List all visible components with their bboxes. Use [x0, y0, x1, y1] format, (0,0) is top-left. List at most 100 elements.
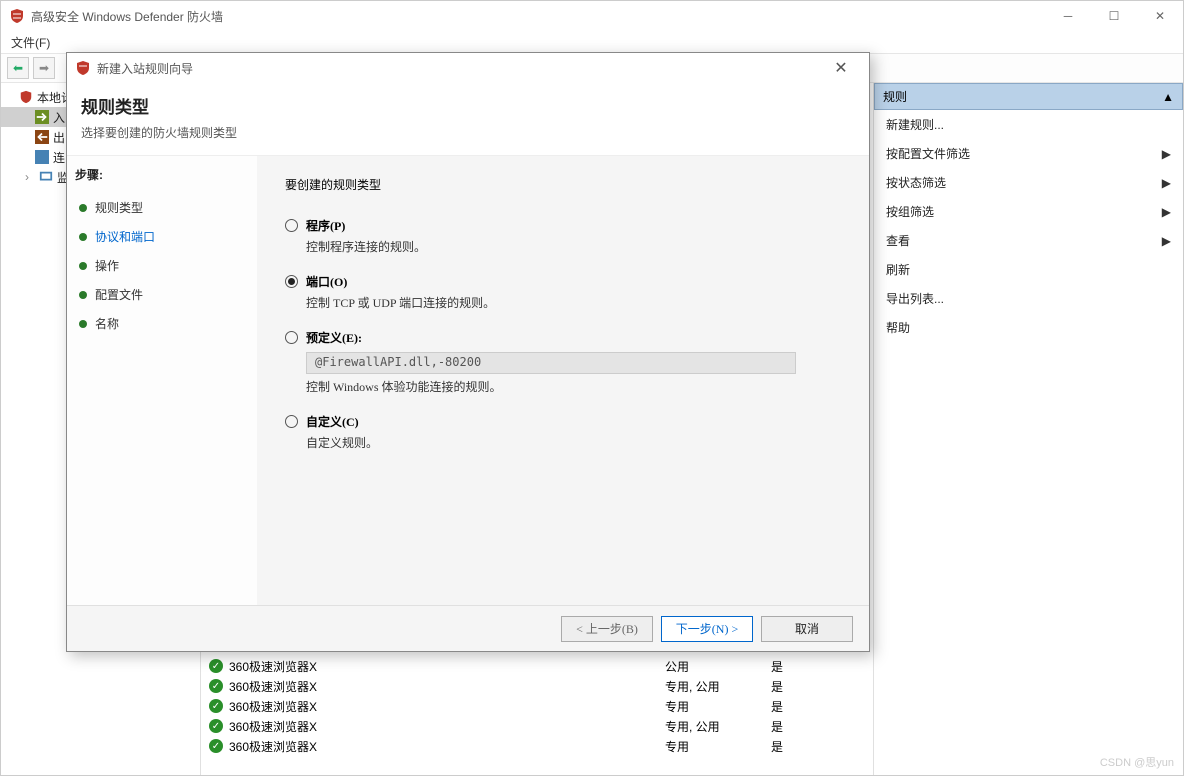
connection-icon — [35, 150, 49, 164]
option-program: 程序(P) 控制程序连接的规则。 — [285, 217, 841, 255]
radio-predefined[interactable] — [285, 331, 298, 344]
wizard-title: 新建入站规则向导 — [97, 60, 193, 77]
step-dot-icon — [79, 204, 87, 212]
rule-name: 360极速浏览器X — [229, 718, 659, 735]
table-row[interactable]: ✓ 360极速浏览器X 公用 是 — [209, 656, 873, 676]
step-dot-icon — [79, 233, 87, 241]
step-dot-icon — [79, 291, 87, 299]
wizard-close-button[interactable]: ✕ — [821, 58, 861, 78]
wizard-button-bar: < 上一步(B) 下一步(N) > 取消 — [67, 605, 869, 651]
wizard-step: 名称 — [75, 309, 249, 338]
outbound-icon — [35, 130, 49, 144]
expand-icon[interactable]: › — [25, 170, 35, 184]
maximize-button[interactable]: ☐ — [1091, 1, 1137, 31]
wizard-subheading: 选择要创建的防火墙规则类型 — [81, 124, 855, 141]
rule-name: 360极速浏览器X — [229, 678, 659, 695]
action-item[interactable]: 查看▶ — [874, 226, 1183, 255]
radio-port[interactable] — [285, 275, 298, 288]
main-titlebar: 高级安全 Windows Defender 防火墙 ─ ☐ ✕ — [1, 1, 1183, 31]
nav-forward-button[interactable]: ➡ — [33, 57, 55, 79]
rule-enabled: 是 — [771, 738, 783, 755]
minimize-button[interactable]: ─ — [1045, 1, 1091, 31]
chevron-right-icon: ▶ — [1162, 234, 1171, 248]
action-item[interactable]: 新建规则... — [874, 110, 1183, 139]
wizard-header: 规则类型 选择要创建的防火墙规则类型 — [67, 83, 869, 155]
menu-file[interactable]: 文件(F) — [11, 34, 50, 51]
rule-type-prompt: 要创建的规则类型 — [285, 176, 841, 193]
rule-enabled: 是 — [771, 698, 783, 715]
option-port-desc: 控制 TCP 或 UDP 端口连接的规则。 — [306, 294, 841, 311]
wizard-step[interactable]: 协议和端口 — [75, 222, 249, 251]
option-custom-desc: 自定义规则。 — [306, 434, 841, 451]
steps-label: 步骤: — [75, 166, 249, 183]
rule-profile: 专用, 公用 — [665, 678, 765, 695]
wizard-content: 要创建的规则类型 程序(P) 控制程序连接的规则。 端口(O) 控制 TCP 或… — [257, 156, 869, 605]
actions-header: 规则 ▲ — [874, 83, 1183, 110]
firewall-shield-icon — [75, 60, 91, 76]
action-item[interactable]: 按配置文件筛选▶ — [874, 139, 1183, 168]
table-row[interactable]: ✓ 360极速浏览器X 专用 是 — [209, 696, 873, 716]
option-port: 端口(O) 控制 TCP 或 UDP 端口连接的规则。 — [285, 273, 841, 311]
rule-profile: 专用 — [665, 738, 765, 755]
option-program-label[interactable]: 程序(P) — [306, 217, 345, 234]
rule-name: 360极速浏览器X — [229, 738, 659, 755]
rule-name: 360极速浏览器X — [229, 698, 659, 715]
enabled-check-icon: ✓ — [209, 719, 223, 733]
predefined-combo[interactable]: @FirewallAPI.dll,-80200 — [306, 352, 796, 374]
option-program-desc: 控制程序连接的规则。 — [306, 238, 841, 255]
main-window-title: 高级安全 Windows Defender 防火墙 — [31, 8, 223, 25]
step-dot-icon — [79, 320, 87, 328]
enabled-check-icon: ✓ — [209, 679, 223, 693]
radio-custom[interactable] — [285, 415, 298, 428]
rule-name: 360极速浏览器X — [229, 658, 659, 675]
enabled-check-icon: ✓ — [209, 699, 223, 713]
menubar: 文件(F) — [1, 31, 1183, 53]
option-predefined-label[interactable]: 预定义(E): — [306, 329, 362, 346]
table-row[interactable]: ✓ 360极速浏览器X 专用, 公用 是 — [209, 716, 873, 736]
rule-enabled: 是 — [771, 678, 783, 695]
firewall-shield-icon — [19, 90, 33, 104]
option-predefined-desc: 控制 Windows 体验功能连接的规则。 — [306, 378, 841, 395]
next-button[interactable]: 下一步(N) > — [661, 616, 753, 642]
step-dot-icon — [79, 262, 87, 270]
monitor-icon — [39, 170, 53, 184]
enabled-check-icon: ✓ — [209, 659, 223, 673]
inbound-icon — [35, 110, 49, 124]
nav-back-button[interactable]: ⬅ — [7, 57, 29, 79]
action-item[interactable]: 按状态筛选▶ — [874, 168, 1183, 197]
cancel-button[interactable]: 取消 — [761, 616, 853, 642]
rule-enabled: 是 — [771, 718, 783, 735]
rule-enabled: 是 — [771, 658, 783, 675]
table-row[interactable]: ✓ 360极速浏览器X 专用, 公用 是 — [209, 676, 873, 696]
action-item[interactable]: 帮助 — [874, 313, 1183, 342]
wizard-step: 操作 — [75, 251, 249, 280]
collapse-icon[interactable]: ▲ — [1162, 90, 1174, 104]
wizard-heading: 规则类型 — [81, 93, 855, 118]
window-controls: ─ ☐ ✕ — [1045, 1, 1183, 31]
wizard-step: 规则类型 — [75, 193, 249, 222]
back-button[interactable]: < 上一步(B) — [561, 616, 653, 642]
watermark: CSDN @思yun — [1100, 754, 1174, 770]
action-item[interactable]: 刷新 — [874, 255, 1183, 284]
option-custom-label[interactable]: 自定义(C) — [306, 413, 359, 430]
rule-profile: 专用 — [665, 698, 765, 715]
wizard-dialog: 新建入站规则向导 ✕ 规则类型 选择要创建的防火墙规则类型 步骤: 规则类型协议… — [66, 52, 870, 652]
action-item[interactable]: 导出列表... — [874, 284, 1183, 313]
wizard-steps-panel: 步骤: 规则类型协议和端口操作配置文件名称 — [67, 156, 257, 605]
wizard-step: 配置文件 — [75, 280, 249, 309]
option-predefined: 预定义(E): @FirewallAPI.dll,-80200 控制 Windo… — [285, 329, 841, 395]
chevron-right-icon: ▶ — [1162, 147, 1171, 161]
chevron-right-icon: ▶ — [1162, 176, 1171, 190]
rule-profile: 公用 — [665, 658, 765, 675]
table-row[interactable]: ✓ 360极速浏览器X 专用 是 — [209, 736, 873, 756]
chevron-right-icon: ▶ — [1162, 205, 1171, 219]
action-item[interactable]: 按组筛选▶ — [874, 197, 1183, 226]
close-button[interactable]: ✕ — [1137, 1, 1183, 31]
radio-program[interactable] — [285, 219, 298, 232]
option-custom: 自定义(C) 自定义规则。 — [285, 413, 841, 451]
actions-panel: 规则 ▲ 新建规则...按配置文件筛选▶按状态筛选▶按组筛选▶查看▶刷新导出列表… — [873, 83, 1183, 775]
option-port-label[interactable]: 端口(O) — [306, 273, 347, 290]
wizard-titlebar: 新建入站规则向导 ✕ — [67, 53, 869, 83]
firewall-shield-icon — [9, 8, 25, 24]
rule-profile: 专用, 公用 — [665, 718, 765, 735]
